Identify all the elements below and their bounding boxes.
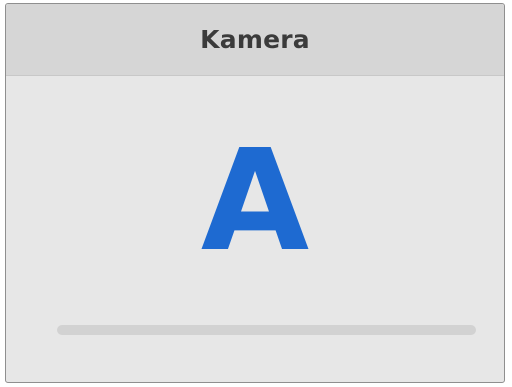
panel-title: Kamera [200,25,310,54]
progress-bar [57,325,476,335]
panel-body: A [6,76,504,382]
panel-header: Kamera [6,4,504,76]
camera-panel: Kamera A [5,3,505,383]
camera-letter: A [200,120,310,283]
